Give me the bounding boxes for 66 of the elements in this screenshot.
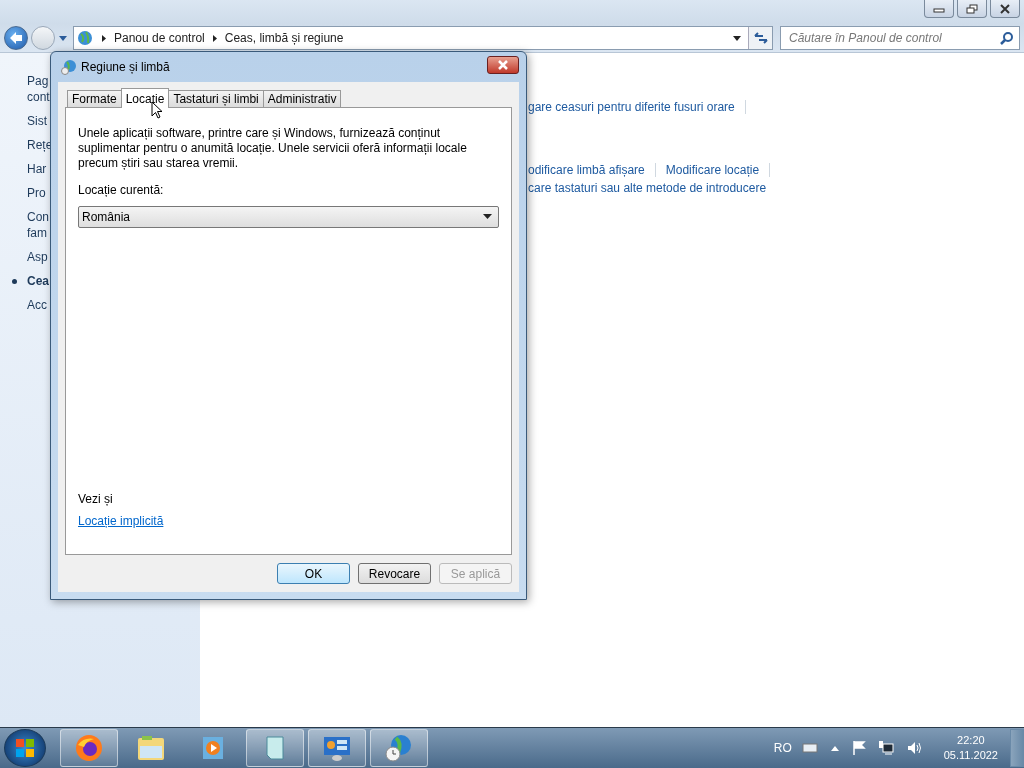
taskbar-button[interactable] — [60, 729, 118, 767]
taskbar-button[interactable] — [246, 729, 304, 767]
search-icon — [1000, 31, 1014, 45]
taskbar-button[interactable] — [370, 729, 428, 767]
sidebar-link[interactable]: Har — [27, 161, 47, 177]
address-bar[interactable]: Panou de control Ceas, limbă și regiune — [73, 26, 773, 50]
location-label: Locație curentă: — [78, 183, 165, 197]
task-link[interactable]: Modificare locație — [665, 163, 760, 177]
globe-clock-icon — [384, 733, 414, 763]
taskbar-button[interactable] — [308, 729, 366, 767]
restore-icon — [966, 3, 978, 14]
restore-button[interactable] — [957, 0, 987, 18]
task-link[interactable]: care tastaturi sau alte metode de introducere — [528, 181, 767, 195]
task-link[interactable]: odificare limbă afișare — [528, 163, 645, 177]
dialog-title: Regiune și limbă — [81, 60, 170, 74]
close-icon — [497, 60, 509, 70]
network-icon[interactable] — [877, 740, 894, 756]
chevron-icon — [100, 33, 108, 43]
default-location-link[interactable]: Locație implicită — [78, 514, 164, 528]
description-text: Unele aplicații software, printre care și Windows, furnizează conținut suplimentar pentru o anumită locație. Unele servicii oferă informații locale precum știri sau starea vremii. — [78, 126, 468, 171]
close-button[interactable] — [990, 0, 1020, 18]
globe-icon — [61, 59, 77, 75]
see-also-heading: Vezi și — [78, 492, 114, 506]
back-arrow-icon — [8, 31, 24, 45]
breadcrumb[interactable]: Panou de control — [114, 31, 205, 45]
sidebar-link[interactable]: Sist — [27, 113, 47, 129]
back-button[interactable] — [4, 26, 28, 50]
media-player-icon — [200, 734, 226, 762]
recent-pages-icon[interactable] — [58, 34, 68, 42]
sidebar-link[interactable]: Acc — [27, 297, 47, 313]
tab[interactable]: Locație — [120, 88, 170, 108]
minimize-button[interactable] — [924, 0, 954, 18]
dialog-button[interactable]: OK — [277, 563, 350, 584]
windows-logo-icon — [14, 737, 36, 759]
fox-globe-icon — [74, 733, 104, 763]
task-link[interactable]: gare ceasuri pentru diferite fusuri orare — [528, 100, 735, 114]
folder-icon — [136, 734, 166, 762]
sidebar-link[interactable]: Pag cont — [27, 73, 50, 105]
sidebar-link[interactable]: Con fam — [27, 209, 49, 241]
clock-date[interactable]: 05.11.2022 — [943, 748, 998, 763]
tab[interactable]: Formate — [67, 90, 122, 107]
dialog-button[interactable]: Revocare — [358, 563, 431, 584]
speaker-icon[interactable] — [905, 740, 922, 756]
sidebar-link[interactable]: Pro — [27, 185, 46, 201]
flag-icon[interactable] — [851, 740, 866, 756]
close-button[interactable] — [487, 56, 519, 74]
keyboard-icon[interactable] — [801, 743, 818, 753]
sidebar-link[interactable]: Asp — [27, 249, 48, 265]
start-button[interactable] — [4, 729, 46, 767]
close-icon — [999, 3, 1011, 14]
location-dropdown[interactable]: România — [78, 206, 499, 228]
bullet-icon — [12, 279, 17, 284]
show-hidden-icons-icon[interactable] — [829, 744, 840, 752]
control-panel-icon — [322, 734, 352, 762]
globe-icon — [76, 29, 94, 47]
refresh-button[interactable] — [748, 27, 772, 49]
tab[interactable]: Administrativ — [262, 90, 342, 107]
chevron-icon — [210, 33, 219, 43]
tab[interactable]: Tastaturi și limbi — [168, 90, 264, 107]
search-field[interactable]: Căutare în Panoul de control — [780, 26, 1020, 50]
sidebar-link[interactable]: Cea — [27, 273, 49, 289]
dropdown-arrow-icon[interactable] — [732, 34, 742, 42]
language-indicator[interactable]: RO — [773, 741, 792, 755]
breadcrumb[interactable]: Ceas, limbă și regiune — [224, 31, 344, 45]
refresh-icon — [752, 31, 769, 45]
dropdown-arrow-icon — [483, 214, 492, 220]
